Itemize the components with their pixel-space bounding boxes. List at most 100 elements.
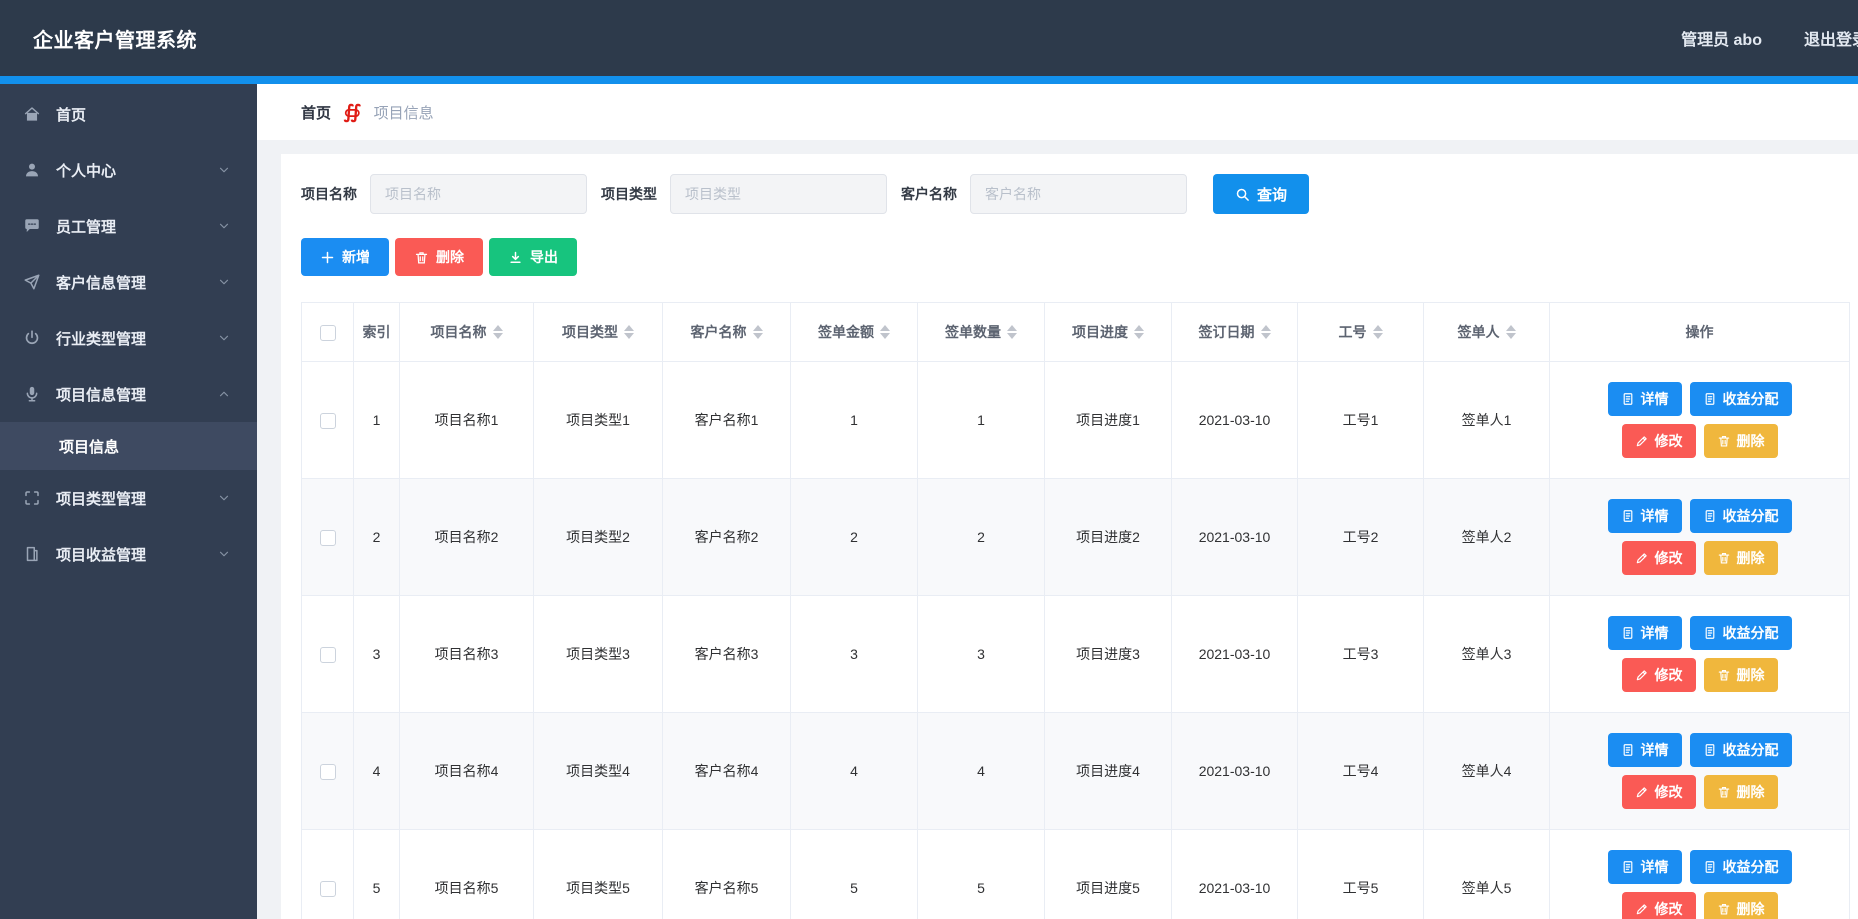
- delete-button[interactable]: 删除: [395, 238, 483, 276]
- cell-name: 项目名称2: [400, 479, 534, 596]
- row-checkbox[interactable]: [320, 413, 336, 429]
- app-root: 企业客户管理系统 管理员 abo 退出登录 首页个人中心员工管理客户信息管理行业…: [0, 0, 1858, 919]
- edit-button[interactable]: 修改: [1622, 424, 1696, 458]
- pencil-icon: [1635, 902, 1649, 916]
- sidebar-item-label: 项目收益管理: [56, 544, 146, 565]
- sort-icon[interactable]: [493, 325, 503, 339]
- column-header[interactable]: 签单金额: [791, 303, 918, 362]
- sidebar-item-label: 首页: [56, 104, 86, 125]
- cell-type: 项目类型4: [534, 713, 663, 830]
- cell-signer: 签单人1: [1424, 362, 1550, 479]
- brackets-icon: [23, 489, 41, 507]
- income-allocation-button[interactable]: 收益分配: [1690, 382, 1792, 416]
- column-header[interactable]: 项目类型: [534, 303, 663, 362]
- search-input-3[interactable]: [970, 174, 1187, 214]
- row-delete-button[interactable]: 删除: [1704, 424, 1778, 458]
- breadcrumb-home[interactable]: 首页: [301, 102, 331, 123]
- search-field-1: 项目名称: [301, 174, 587, 214]
- sidebar-item-6[interactable]: 项目信息管理: [0, 366, 257, 422]
- sidebar-item-8[interactable]: 项目收益管理: [0, 526, 257, 582]
- edit-button[interactable]: 修改: [1622, 658, 1696, 692]
- trash-icon: [1717, 551, 1731, 565]
- data-table: 索引项目名称项目类型客户名称签单金额签单数量项目进度签订日期工号签单人操作 1项…: [301, 302, 1850, 919]
- row-delete-button[interactable]: 删除: [1704, 775, 1778, 809]
- edit-button[interactable]: 修改: [1622, 541, 1696, 575]
- cell-index: 2: [354, 479, 400, 596]
- sort-icon[interactable]: [624, 325, 634, 339]
- cell-worker: 工号2: [1298, 479, 1424, 596]
- edit-button[interactable]: 修改: [1622, 892, 1696, 919]
- row-delete-button[interactable]: 删除: [1704, 541, 1778, 575]
- sidebar-item-5[interactable]: 行业类型管理: [0, 310, 257, 366]
- cell-worker: 工号3: [1298, 596, 1424, 713]
- cell-quantity: 3: [918, 596, 1045, 713]
- detail-button[interactable]: 详情: [1608, 616, 1682, 650]
- select-all-checkbox[interactable]: [320, 325, 336, 341]
- row-actions: 详情 收益分配 修改 删除: [1550, 479, 1850, 596]
- sort-icon[interactable]: [1373, 325, 1383, 339]
- income-allocation-button[interactable]: 收益分配: [1690, 616, 1792, 650]
- row-actions: 详情 收益分配 修改 删除: [1550, 596, 1850, 713]
- trash-icon: [1717, 902, 1731, 916]
- sort-icon[interactable]: [880, 325, 890, 339]
- sidebar-subitem[interactable]: 项目信息: [0, 422, 257, 470]
- column-header[interactable]: 项目名称: [400, 303, 534, 362]
- detail-button[interactable]: 详情: [1608, 850, 1682, 884]
- income-allocation-button[interactable]: 收益分配: [1690, 733, 1792, 767]
- column-header[interactable]: 客户名称: [663, 303, 791, 362]
- sort-icon[interactable]: [753, 325, 763, 339]
- column-header[interactable]: 项目进度: [1045, 303, 1172, 362]
- detail-button[interactable]: 详情: [1608, 733, 1682, 767]
- export-button[interactable]: 导出: [489, 238, 577, 276]
- cell-type: 项目类型1: [534, 362, 663, 479]
- sidebar-item-7[interactable]: 项目类型管理: [0, 470, 257, 526]
- row-checkbox[interactable]: [320, 530, 336, 546]
- sidebar-item-1[interactable]: 首页: [0, 86, 257, 142]
- doc-icon: [1703, 626, 1717, 640]
- column-header[interactable]: 签单数量: [918, 303, 1045, 362]
- edit-button[interactable]: 修改: [1622, 775, 1696, 809]
- sort-icon[interactable]: [1506, 325, 1516, 339]
- detail-button[interactable]: 详情: [1608, 382, 1682, 416]
- sidebar-item-4[interactable]: 客户信息管理: [0, 254, 257, 310]
- cell-index: 3: [354, 596, 400, 713]
- door-icon: [23, 545, 41, 563]
- cell-worker: 工号1: [1298, 362, 1424, 479]
- sidebar-item-2[interactable]: 个人中心: [0, 142, 257, 198]
- cell-date: 2021-03-10: [1172, 479, 1298, 596]
- table-row: 1项目名称1项目类型1客户名称111项目进度12021-03-10工号1签单人1…: [302, 362, 1850, 479]
- admin-user-link[interactable]: 管理员 abo: [1681, 26, 1762, 50]
- row-delete-button[interactable]: 删除: [1704, 658, 1778, 692]
- search-input-1[interactable]: [370, 174, 587, 214]
- query-button[interactable]: 查询: [1213, 174, 1309, 214]
- logout-link[interactable]: 退出登录: [1804, 26, 1858, 50]
- chevron-down-icon: [217, 547, 231, 561]
- detail-button[interactable]: 详情: [1608, 499, 1682, 533]
- income-allocation-button[interactable]: 收益分配: [1690, 499, 1792, 533]
- income-allocation-button[interactable]: 收益分配: [1690, 850, 1792, 884]
- column-header[interactable]: 签订日期: [1172, 303, 1298, 362]
- cell-date: 2021-03-10: [1172, 713, 1298, 830]
- sort-icon[interactable]: [1134, 325, 1144, 339]
- accent-bar: [0, 76, 1858, 84]
- add-button[interactable]: 新增: [301, 238, 389, 276]
- search-input-2[interactable]: [670, 174, 887, 214]
- row-delete-button[interactable]: 删除: [1704, 892, 1778, 919]
- cell-date: 2021-03-10: [1172, 362, 1298, 479]
- row-checkbox[interactable]: [320, 764, 336, 780]
- doc-icon: [1703, 392, 1717, 406]
- column-header[interactable]: 签单人: [1424, 303, 1550, 362]
- chevron-down-icon: [217, 491, 231, 505]
- column-header: 索引: [354, 303, 400, 362]
- sidebar-item-label: 项目类型管理: [56, 488, 146, 509]
- search-field-2: 项目类型: [601, 174, 887, 214]
- row-actions: 详情 收益分配 修改 删除: [1550, 362, 1850, 479]
- sidebar-item-3[interactable]: 员工管理: [0, 198, 257, 254]
- sort-icon[interactable]: [1007, 325, 1017, 339]
- row-checkbox[interactable]: [320, 647, 336, 663]
- column-header: 操作: [1550, 303, 1850, 362]
- row-checkbox[interactable]: [320, 881, 336, 897]
- sort-icon[interactable]: [1261, 325, 1271, 339]
- column-header[interactable]: 工号: [1298, 303, 1424, 362]
- doc-icon: [1703, 509, 1717, 523]
